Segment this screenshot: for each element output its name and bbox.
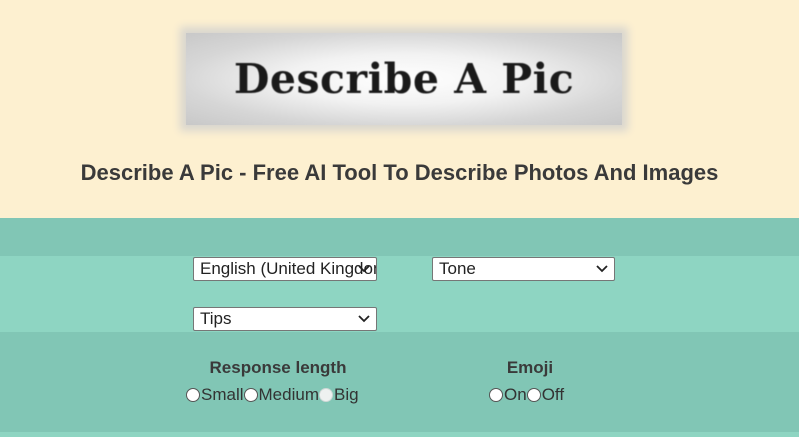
emoji-label: Emoji xyxy=(506,358,554,377)
response-length-big-option[interactable]: Big xyxy=(318,385,359,405)
emoji-options: On Off xyxy=(489,385,564,405)
page-title: Describe A Pic - Free AI Tool To Describ… xyxy=(80,160,719,185)
radio-big[interactable] xyxy=(318,388,333,402)
logo: Describe A Pic xyxy=(186,33,622,125)
chevron-down-icon xyxy=(358,315,370,323)
response-length-options: Small Medium Big xyxy=(186,385,359,405)
response-length-medium-option[interactable]: Medium xyxy=(243,385,319,405)
radio-medium-label: Medium xyxy=(258,385,319,404)
radio-small[interactable] xyxy=(186,388,200,402)
response-length-label: Response length xyxy=(209,358,347,377)
language-select[interactable]: English (United Kingdom) xyxy=(193,257,377,281)
radio-big-label: Big xyxy=(333,385,359,404)
response-length-small-option[interactable]: Small xyxy=(186,385,244,405)
emoji-on-option[interactable]: On xyxy=(489,385,527,405)
form-band-selects xyxy=(0,256,799,332)
form-band-top xyxy=(0,218,799,256)
emoji-off-option[interactable]: Off xyxy=(526,385,565,405)
language-select-value: English (United Kingdom) xyxy=(200,259,377,278)
radio-off-label: Off xyxy=(541,385,565,404)
tips-select-value: Tips xyxy=(200,309,232,328)
tone-select[interactable]: Tone xyxy=(432,257,615,281)
form-band-options xyxy=(0,332,799,432)
logo-text: Describe A Pic xyxy=(233,55,575,103)
tips-select[interactable]: Tips xyxy=(193,307,377,331)
radio-medium[interactable] xyxy=(243,388,258,402)
radio-off[interactable] xyxy=(526,388,541,402)
chevron-down-icon xyxy=(358,265,370,273)
chevron-down-icon xyxy=(596,265,608,273)
header: Describe A Pic Describe A Pic - Free AI … xyxy=(0,0,799,218)
radio-on-label: On xyxy=(504,385,527,404)
radio-on[interactable] xyxy=(489,388,503,402)
form-band-bottom xyxy=(0,432,799,437)
tone-select-value: Tone xyxy=(439,259,476,278)
radio-small-label: Small xyxy=(201,385,244,404)
